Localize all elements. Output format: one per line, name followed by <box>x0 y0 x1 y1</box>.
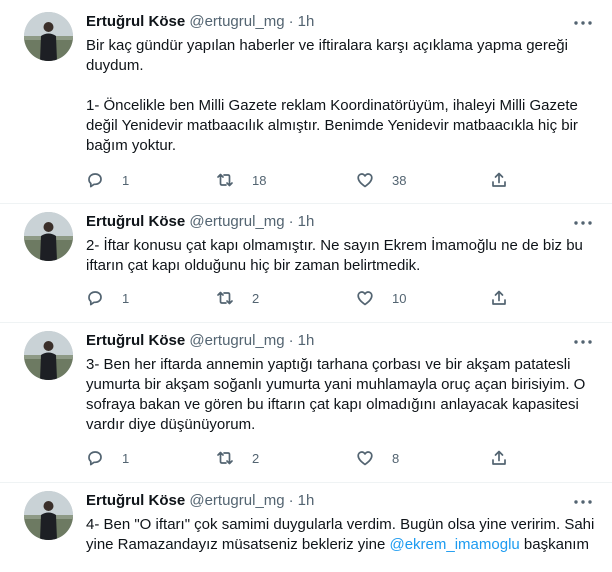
timestamp[interactable]: 1h <box>298 332 315 349</box>
heart-icon <box>357 291 373 306</box>
tweet-actions: 1 2 8 <box>86 447 516 469</box>
share-button[interactable] <box>490 169 508 191</box>
retweet-count: 2 <box>252 450 260 466</box>
separator-dot: · <box>288 492 294 509</box>
tweet-actions: 1 2 10 <box>86 287 516 309</box>
timeline: Ertuğrul Köse @ertugrul_mg · 1h Bir kaç gü… <box>0 0 612 572</box>
retweet-button[interactable]: 2 <box>216 287 259 309</box>
separator-dot: · <box>288 13 294 30</box>
more-dots-icon[interactable] <box>572 14 594 32</box>
timestamp[interactable]: 1h <box>298 213 315 230</box>
user-handle[interactable]: @ertugrul_mg <box>189 13 284 30</box>
like-count: 8 <box>392 450 400 466</box>
separator-dot: · <box>288 332 294 349</box>
retweet-count: 18 <box>252 172 267 188</box>
timestamp[interactable]: 1h <box>298 13 315 30</box>
reply-icon <box>88 291 102 306</box>
tweet-text: 4- Ben "O iftarı" çok samimi duygularla … <box>86 515 596 555</box>
reply-count: 1 <box>122 290 130 306</box>
retweet-count: 2 <box>252 290 260 306</box>
retweet-icon <box>217 451 233 465</box>
like-button[interactable]: 38 <box>356 169 406 191</box>
timestamp[interactable]: 1h <box>298 492 315 509</box>
more-dots-icon[interactable] <box>572 333 594 351</box>
more-dots-icon[interactable] <box>572 214 594 232</box>
separator-dot: · <box>288 213 294 230</box>
tweet-header: Ertuğrul Köse @ertugrul_mg · 1h <box>86 331 314 351</box>
like-button[interactable]: 10 <box>356 287 406 309</box>
share-icon <box>492 450 506 465</box>
like-count: 38 <box>392 172 407 188</box>
display-name[interactable]: Ertuğrul Köse <box>86 213 185 230</box>
tweet-actions: 1 18 38 <box>86 169 516 191</box>
reply-button[interactable]: 1 <box>86 447 129 469</box>
reply-count: 1 <box>122 450 130 466</box>
tweet-text-part: başkanım <box>519 536 589 553</box>
reply-button[interactable]: 1 <box>86 169 129 191</box>
retweet-icon <box>217 173 233 187</box>
tweet-header: Ertuğrul Köse @ertugrul_mg · 1h <box>86 12 314 32</box>
display-name[interactable]: Ertuğrul Köse <box>86 332 185 349</box>
retweet-button[interactable]: 2 <box>216 447 259 469</box>
share-icon <box>492 290 506 305</box>
user-handle[interactable]: @ertugrul_mg <box>189 332 284 349</box>
reply-count: 1 <box>122 172 130 188</box>
tweet-header: Ertuğrul Köse @ertugrul_mg · 1h <box>86 212 314 232</box>
tweet[interactable]: Ertuğrul Köse @ertugrul_mg · 1h 3- Ben her… <box>0 323 612 483</box>
display-name[interactable]: Ertuğrul Köse <box>86 492 185 509</box>
tweet-text: Bir kaç gündür yapılan haberler ve iftir… <box>86 37 578 154</box>
reply-icon <box>88 451 102 466</box>
reply-icon <box>88 173 102 188</box>
heart-icon <box>357 451 373 466</box>
user-handle[interactable]: @ertugrul_mg <box>189 213 284 230</box>
avatar[interactable] <box>24 331 73 380</box>
avatar[interactable] <box>24 12 73 61</box>
tweet[interactable]: Ertuğrul Köse @ertugrul_mg · 1h 4- Ben "O … <box>0 483 612 572</box>
tweet[interactable]: Ertuğrul Köse @ertugrul_mg · 1h Bir kaç gü… <box>0 0 612 203</box>
like-count: 10 <box>392 290 407 306</box>
avatar[interactable] <box>24 491 73 540</box>
retweet-button[interactable]: 18 <box>216 169 266 191</box>
reply-button[interactable]: 1 <box>86 287 129 309</box>
heart-icon <box>357 173 373 188</box>
retweet-icon <box>217 291 233 305</box>
user-handle[interactable]: @ertugrul_mg <box>189 492 284 509</box>
tweet[interactable]: Ertuğrul Köse @ertugrul_mg · 1h 2- İftar k… <box>0 204 612 322</box>
more-dots-icon[interactable] <box>572 493 594 511</box>
tweet-header: Ertuğrul Köse @ertugrul_mg · 1h <box>86 491 314 511</box>
display-name[interactable]: Ertuğrul Köse <box>86 13 185 30</box>
mention-link[interactable]: @ekrem_imamoglu <box>389 536 519 553</box>
avatar[interactable] <box>24 212 73 261</box>
like-button[interactable]: 8 <box>356 447 399 469</box>
share-icon <box>492 172 506 187</box>
tweet-text: 3- Ben her iftarda annemin yaptığı tarha… <box>86 356 590 433</box>
tweet-text: 2- İftar konusu çat kapı olmamıştır. Ne … <box>86 237 588 274</box>
share-button[interactable] <box>490 287 508 309</box>
share-button[interactable] <box>490 447 508 469</box>
